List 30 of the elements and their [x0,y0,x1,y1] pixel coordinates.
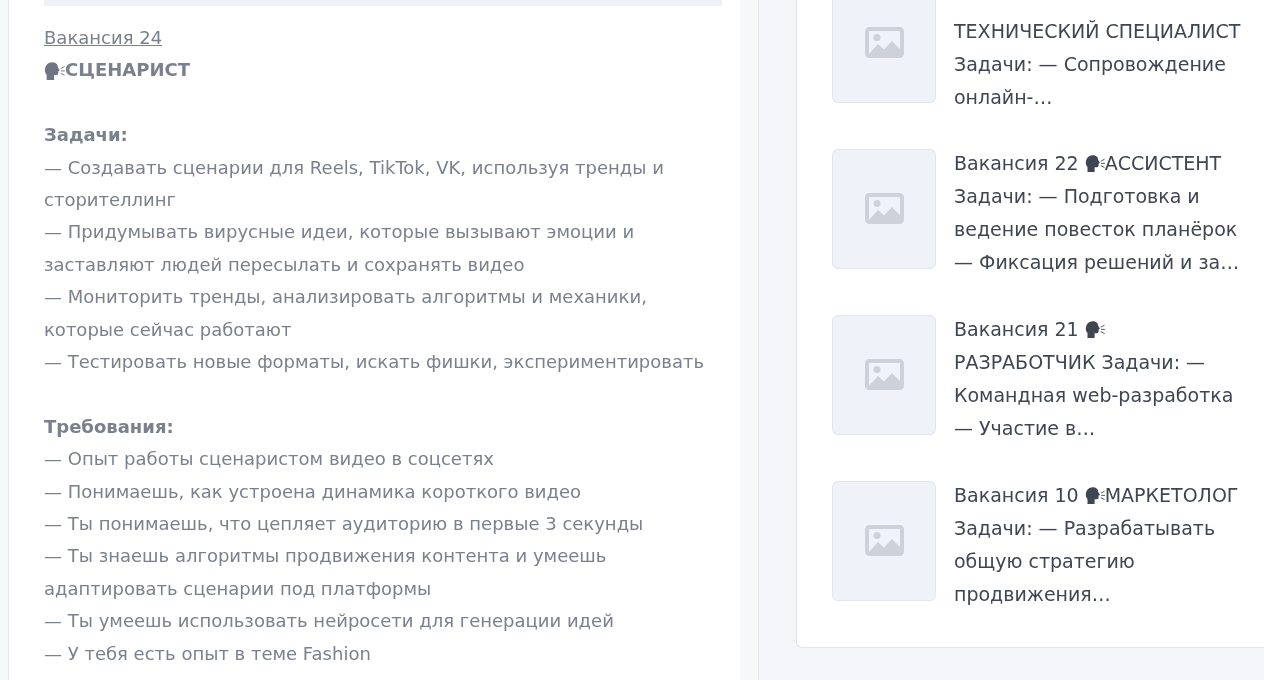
vacancy-link[interactable]: Вакансия 22 АССИСТЕНТ Задачи: — Подготовка и ведение повесток планёрок — Фиксация решений и за… [954,147,1244,279]
thumbnail-placeholder[interactable] [832,315,936,435]
list-item-text: — Придумывать вирусные идеи, которые вызывают эмоции и заставляют людей пересылать и сохранять видео [44,220,636,277]
speaking-head-icon [1084,320,1105,338]
image-icon [864,193,904,224]
vacancy-link[interactable]: Вакансия 10 МАРКЕТОЛОГ Задачи: — Разрабатывать общую стратегию продвижения… [954,479,1244,611]
list-item-text: — Ты понимаешь, что цепляет аудиторию в первые 3 секунды [44,512,645,537]
list-item-text: — Создавать сценарии для Reels, TikTok, VK, используя тренды и сторителлинг [44,155,665,212]
thumbnail-placeholder[interactable] [832,149,936,269]
speaking-head-icon [44,61,65,81]
vacancy-link[interactable]: Вакансия 21 РАЗРАБОТЧИК Задачи: — Командная web-разработка — Участие в… [954,313,1244,445]
vacancy-link[interactable]: Вакансия 24 [44,22,163,55]
vacancy-title: СЦЕНАРИСТ [65,58,190,83]
list-item-text: — Ты знаешь алгоритмы продвижения контента и умеешь адаптировать сценарии под платформы [44,544,608,601]
image-icon [864,359,904,390]
speaking-head-icon [1084,154,1105,172]
list-item-text: — Ты умеешь использовать нейросети для генерации идей [44,609,615,634]
section-heading: Задачи: [44,123,129,148]
list-item-text: — Понимаешь, как устроена динамика короткого видео [44,479,583,504]
speaking-head-icon [1084,486,1105,504]
list-item-text: — Опыт работы сценаристом видео в соцсетях [44,447,495,472]
vacancy-link[interactable]: ТЕХНИЧЕСКИЙ СПЕЦИАЛИСТ Задачи: — Сопровождение онлайн-… [954,15,1244,114]
list-item-text: — Мониторить тренды, анализировать алгоритмы и механики, которые сейчас работают [44,285,648,342]
image-icon [864,27,904,58]
thumbnail-placeholder[interactable] [832,481,936,601]
thumbnail-placeholder[interactable] [832,0,936,103]
image-icon [864,525,904,556]
section-heading: Требования: [44,414,175,439]
list-item-text: — У тебя есть опыт в теме Fashion [44,641,372,666]
list-item-text: — Тестировать новые форматы, искать фишки, экспериментировать [44,350,705,375]
